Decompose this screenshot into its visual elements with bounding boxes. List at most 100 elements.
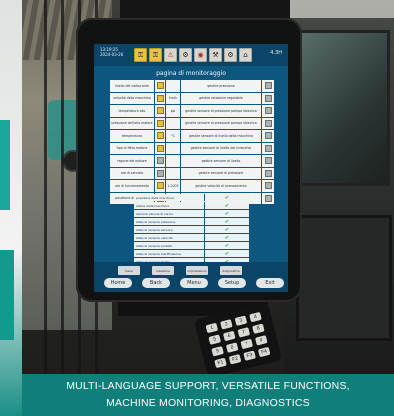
check-icon: ✔ [224,234,230,241]
status-value: ✔ [205,194,249,201]
box-icon [264,132,272,140]
row-label: regime del motore [110,155,155,167]
box-icon [264,107,272,115]
row-indicator [155,80,166,92]
row-value: °C [166,130,181,142]
tool-icon[interactable]: ⚙ [179,48,192,62]
row-action-button[interactable] [262,180,274,192]
row-indicator [155,180,166,192]
nav-button[interactable]: Exit [256,278,284,288]
nav-button[interactable]: Menu [180,278,208,288]
table-row: pressione dell'olio motore gestire sensor… [110,117,274,129]
keypad-key[interactable]: 2 [220,319,233,330]
ceiling-beam [284,0,394,18]
row-value: 1.2003 [166,180,181,192]
keypad-key[interactable]: 7 [237,327,251,338]
side-panel [296,215,392,341]
row-description: gestire sensore di pressione pompa idrau… [181,105,262,117]
row-label: ore di servizio [110,167,155,179]
keypad-key[interactable]: 4 [249,311,262,323]
keypad-key[interactable]: # [254,335,268,346]
check-icon: ✔ [224,250,230,257]
keypad-key[interactable]: * [240,338,254,350]
row-action-button[interactable] [262,192,274,204]
keypad-key[interactable]: 0 [225,342,239,353]
alarm-icon[interactable]: ◉ [194,48,207,62]
row-value [166,167,181,179]
keypad-key[interactable]: 9 [211,346,224,357]
status-row: stato al sensore sensore ✔ [134,226,250,233]
status-label: stato al sensore portata [134,242,205,249]
keypad-key[interactable]: 3 [234,315,248,326]
box-icon [264,157,272,165]
status-value: ✔ [205,250,249,257]
teal-accent [0,250,14,340]
status-row: stato al sensore lubrificazione ✔ [134,250,250,257]
check-icon: ✔ [224,202,230,209]
softkey-button[interactable]: diagnostica [220,266,242,275]
box-icon [264,82,272,90]
date-label: 2024-03-26 [100,52,124,57]
keypad-key[interactable]: 8 [252,323,265,334]
check-icon: ✔ [224,242,230,249]
row-action-button[interactable] [262,130,274,142]
status-square-icon [156,169,164,177]
keypad-key[interactable]: F4 [257,346,271,358]
row-action-button[interactable] [262,155,274,167]
row-action-button[interactable] [262,142,274,154]
key-icon[interactable]: ⚿ [134,48,147,62]
toolbar-icons: ⚿ ⚿ ⚠ ⚙ ◉ ⚒ ⚙ ⌂ [134,48,252,62]
box-icon [264,119,272,127]
row-action-button[interactable] [262,92,274,104]
row-description: gestire sensore di livello della macchin… [181,130,262,142]
row-value [166,117,181,129]
row-label: livello del carburante [110,80,155,92]
row-description: gestire velocità di avanzamento [181,180,262,192]
status-label: status della macchina [134,202,205,209]
keypad-key[interactable]: 5 [208,334,222,345]
status-value: ✔ [205,234,249,241]
softkey-button[interactable]: impostazioni [186,266,208,275]
row-label: velocità della macchina [110,92,155,104]
status-square-icon [156,82,164,90]
status-square-icon [156,107,164,115]
row-action-button[interactable] [262,167,274,179]
box-icon [264,194,272,202]
table-row: temperatura olio psi gestire sensore di pr… [110,105,274,117]
nav-row: Home Back Menu Setup Exit [104,278,284,288]
keypad-key[interactable]: F1 [214,357,227,369]
softkey-button[interactable]: rotazione [152,266,174,275]
warning-icon[interactable]: ⚠ [164,48,177,62]
keypad-key[interactable]: F2 [228,354,242,365]
keypad-keys: 1 2 3 4 5 6 7 8 9 0 * # F1 F2 F3 F4 [205,311,271,369]
status-label: stato al sensore pressione [134,218,205,225]
tool-icon[interactable]: ⚙ [224,48,237,62]
home-icon[interactable]: ⌂ [239,48,252,62]
row-value [166,155,181,167]
check-icon: ✔ [224,218,230,225]
row-description: gestire sensore di pressione [181,167,262,179]
keypad-key[interactable]: 1 [205,322,219,334]
teal-accent [0,120,10,210]
nav-button[interactable]: Back [142,278,170,288]
box-icon [264,94,272,102]
row-action-button[interactable] [262,105,274,117]
keypad-key[interactable]: 6 [222,330,236,342]
table-row: ore di funzionamento 1.2003 gestire veloci… [110,180,274,192]
status-row: stato al sensore portata ✔ [134,242,250,249]
tool-icon[interactable]: ⚒ [209,48,222,62]
check-icon: ✔ [224,226,230,233]
row-action-button[interactable] [262,80,274,92]
key-icon[interactable]: ⚿ [149,48,162,62]
row-action-button[interactable] [262,117,274,129]
row-description: gestire pressione [181,80,262,92]
status-table: posizione della macchina ✔ status della ma… [134,194,250,266]
row-value [166,142,181,154]
monitor-table: livello del carburante gestire pressione v… [110,80,274,205]
nav-button[interactable]: Home [104,278,132,288]
softkey-button[interactable]: menu [118,266,140,275]
keypad-key[interactable]: F3 [243,350,256,361]
status-value: ✔ [205,218,249,225]
status-row: stato al sensore pressione ✔ [134,218,250,225]
nav-button[interactable]: Setup [218,278,246,288]
